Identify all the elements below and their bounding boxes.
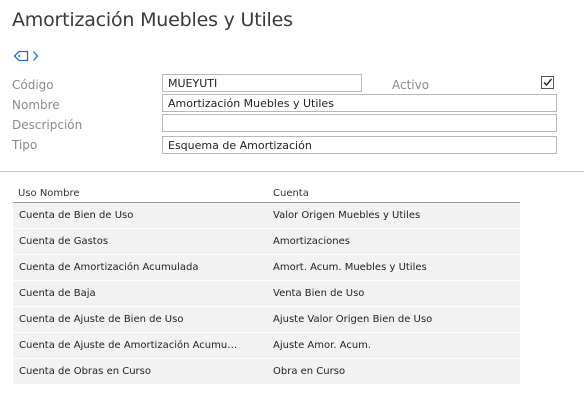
section-divider: [0, 171, 584, 172]
table-row[interactable]: Cuenta de Gastos Amortizaciones: [13, 229, 520, 255]
row-uso-nombre: Cuenta de Obras en Curso: [19, 366, 151, 377]
row-cuenta: Venta Bien de Uso: [273, 288, 365, 299]
table-row[interactable]: Cuenta de Ajuste de Bien de Uso Ajuste V…: [13, 307, 520, 333]
codigo-label: Código: [12, 78, 54, 92]
table-row[interactable]: Cuenta de Obras en Curso Obra en Curso: [13, 359, 520, 385]
tipo-field[interactable]: [162, 136, 557, 154]
row-cuenta: Amort. Acum. Muebles y Utiles: [273, 262, 427, 273]
column-header-cuenta[interactable]: Cuenta: [266, 185, 520, 202]
table-row[interactable]: Cuenta de Amortización Acumulada Amort. …: [13, 255, 520, 281]
descripcion-label: Descripción: [12, 118, 83, 132]
checkmark-icon: [543, 78, 553, 87]
row-cuenta: Ajuste Amor. Acum.: [273, 340, 372, 351]
table-row[interactable]: Cuenta de Ajuste de Amortización Acumu… …: [13, 333, 520, 359]
row-uso-nombre: Cuenta de Bien de Uso: [19, 210, 134, 221]
row-cuenta: Ajuste Valor Origen Bien de Uso: [273, 314, 433, 325]
row-uso-nombre: Cuenta de Amortización Acumulada: [19, 262, 199, 273]
tipo-label: Tipo: [12, 138, 38, 152]
activo-checkbox[interactable]: [541, 76, 554, 89]
cuentas-table: Uso Nombre Cuenta Cuenta de Bien de Uso …: [13, 185, 520, 385]
table-row[interactable]: Cuenta de Baja Venta Bien de Uso: [13, 281, 520, 307]
table-row[interactable]: Cuenta de Bien de Uso Valor Origen Muebl…: [13, 203, 520, 229]
row-cuenta: Obra en Curso: [273, 366, 346, 377]
page-title: Amortización Muebles y Utiles: [12, 9, 293, 31]
codigo-field[interactable]: [162, 74, 362, 92]
nombre-label: Nombre: [12, 98, 60, 112]
chevron-right-icon: [33, 51, 39, 61]
row-uso-nombre: Cuenta de Ajuste de Bien de Uso: [19, 314, 184, 325]
activo-label: Activo: [392, 78, 430, 92]
tag-button[interactable]: [13, 47, 39, 65]
row-uso-nombre: Cuenta de Gastos: [19, 236, 109, 247]
tag-icon: [13, 50, 29, 62]
column-header-uso-nombre[interactable]: Uso Nombre: [13, 185, 266, 202]
row-uso-nombre: Cuenta de Baja: [19, 288, 96, 299]
descripcion-field[interactable]: [162, 114, 557, 132]
table-header: Uso Nombre Cuenta: [13, 185, 520, 203]
row-cuenta: Valor Origen Muebles y Utiles: [273, 210, 421, 221]
row-cuenta: Amortizaciones: [273, 236, 350, 247]
row-uso-nombre: Cuenta de Ajuste de Amortización Acumu…: [19, 340, 238, 351]
nombre-field[interactable]: [162, 94, 557, 112]
